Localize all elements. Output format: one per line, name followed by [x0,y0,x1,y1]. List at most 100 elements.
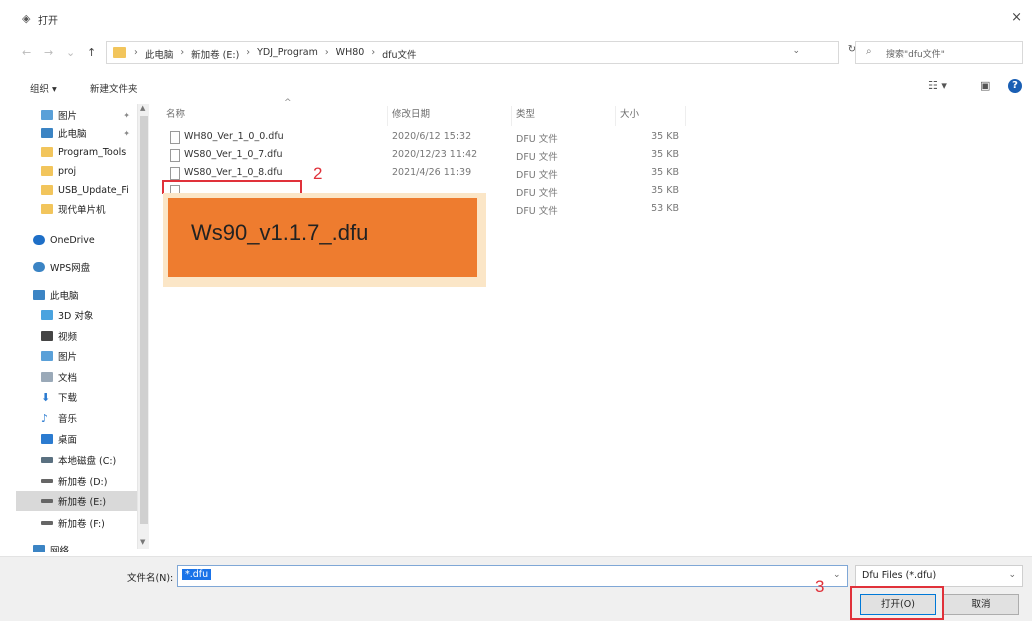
column-header-name[interactable]: 名称 ^ [166,98,388,126]
file-type-filter[interactable]: Dfu Files (*.dfu) ⌄ [855,565,1023,587]
sidebar-item-drive-d[interactable]: 新加卷 (D:) [16,471,148,491]
sidebar-item-usb-update[interactable]: USB_Update_Fi [16,180,148,200]
step-2-highlight-box [162,180,302,194]
chevron-down-icon[interactable]: ⌄ [792,46,800,56]
scrollbar-thumb[interactable] [140,116,148,524]
scroll-up-icon[interactable]: ▲ [140,104,145,112]
view-options-icon[interactable]: ☷ ▾ [928,79,947,92]
drive-icon [41,521,53,525]
step-3-number: 3 [815,577,825,596]
chevron-down-icon[interactable]: ⌄ [833,570,841,580]
sidebar-item-mcu[interactable]: 现代单片机 [16,199,148,219]
chevron-right-icon: › [246,47,251,58]
filename-value: *.dfu [182,569,212,580]
breadcrumb-item[interactable]: YDJ_Program [257,47,318,61]
sidebar-item-documents[interactable]: 文档 [16,367,148,387]
folder-icon [41,204,53,214]
navigation-pane: 图片 ✦ 此电脑 ✦ Program_Tools proj USB_Update_F… [16,104,148,552]
computer-icon [33,290,45,300]
breadcrumb-item[interactable]: 新加卷 (E:) [191,47,239,61]
computer-icon [41,128,53,138]
document-icon [41,372,53,382]
chevron-right-icon: › [180,47,185,58]
file-row[interactable]: WH80_Ver_1_0_0.dfu 2020/6/12 15:32 DFU 文… [170,129,690,147]
sidebar-scrollbar[interactable]: ▲ ▼ [137,104,149,549]
filename-callout: Ws90_v1.1.7_.dfu [163,193,486,287]
drive-icon [41,499,53,503]
recent-dropdown-icon[interactable]: ⌄ [66,46,75,59]
file-row[interactable]: WS80_Ver_1_0_7.dfu 2020/12/23 11:42 DFU … [170,147,690,165]
file-icon [170,167,180,180]
up-arrow-icon[interactable]: ↑ [87,46,96,59]
callout-text: Ws90_v1.1.7_.dfu [191,220,369,245]
pictures-icon [41,351,53,361]
breadcrumb-item[interactable]: dfu文件 [382,47,416,61]
close-button[interactable]: × [1011,10,1022,25]
sidebar-item-music[interactable]: ♪ 音乐 [16,408,148,428]
sidebar-item-onedrive[interactable]: OneDrive [16,230,148,250]
step-3-highlight-box [850,586,944,620]
step-2-number: 2 [313,164,323,183]
sidebar-item-network[interactable]: 网络 [16,540,148,552]
music-icon: ♪ [41,411,49,425]
new-folder-button[interactable]: 新建文件夹 [90,81,138,95]
back-arrow-icon[interactable]: ← [22,46,31,59]
command-toolbar: 组织 ▾ 新建文件夹 ☷ ▾ ▣ ? [0,76,1032,100]
sidebar-item-pictures-quick[interactable]: 图片 ✦ [16,105,148,125]
forward-arrow-icon[interactable]: → [44,46,53,59]
folder-icon [113,47,126,58]
sidebar-item-proj[interactable]: proj [16,161,148,181]
desktop-icon [41,434,53,444]
callout-panel: Ws90_v1.1.7_.dfu [168,198,477,277]
help-icon[interactable]: ? [1008,79,1022,93]
sidebar-item-drive-c[interactable]: 本地磁盘 (C:) [16,450,148,470]
sidebar-item-wps[interactable]: WPS网盘 [16,257,148,277]
window-title: 打开 [38,16,58,27]
folder-icon [41,147,53,157]
sidebar-item-desktop[interactable]: 桌面 [16,429,148,449]
sidebar-item-this-pc[interactable]: 此电脑 [16,285,148,305]
chevron-right-icon: › [371,47,376,58]
file-list: 名称 ^ 修改日期 类型 大小 WH80_Ver_1_0_0.dfu 2020/6… [152,98,1027,552]
folder-icon [41,185,53,195]
organize-button[interactable]: 组织 ▾ [30,81,57,95]
sidebar-item-videos[interactable]: 视频 [16,326,148,346]
sidebar-item-drive-e[interactable]: 新加卷 (E:) [16,491,148,511]
breadcrumb-item[interactable]: 此电脑 [145,47,174,61]
cloud-icon [33,235,45,245]
column-header-type[interactable]: 类型 [516,106,616,126]
chevron-right-icon: › [324,47,329,58]
sidebar-item-pictures[interactable]: 图片 [16,346,148,366]
address-bar[interactable]: › 此电脑 › 新加卷 (E:) › YDJ_Program › WH80 › … [106,41,839,64]
sort-ascending-icon: ^ [284,98,292,108]
breadcrumb-item[interactable]: WH80 [336,47,365,61]
column-header-size[interactable]: 大小 [620,106,686,126]
download-icon: ⬇ [41,390,51,404]
filename-label: 文件名(N): [127,573,174,584]
chevron-right-icon: › [134,47,138,58]
cube-icon [41,310,53,320]
filename-input[interactable]: *.dfu [177,565,848,587]
pin-icon[interactable]: ✦ [123,111,130,120]
pin-icon[interactable]: ✦ [123,129,130,138]
search-icon: ⌕ [866,46,872,57]
network-icon [33,545,45,552]
file-icon [170,131,180,144]
cancel-button[interactable]: 取消 [943,594,1019,615]
open-dialog-icon: ◈ [22,12,31,25]
pictures-icon [41,110,53,120]
sidebar-item-downloads[interactable]: ⬇ 下载 [16,387,148,407]
sidebar-item-this-pc-quick[interactable]: 此电脑 ✦ [16,123,148,143]
search-input[interactable]: ⌕ 搜索"dfu文件" [855,41,1023,64]
file-type-filter-value: Dfu Files (*.dfu) [862,570,937,581]
sidebar-item-drive-f[interactable]: 新加卷 (F:) [16,513,148,533]
folder-icon [41,166,53,176]
scroll-down-icon[interactable]: ▼ [140,538,145,546]
drive-icon [41,457,53,463]
file-icon [170,149,180,162]
sidebar-item-program-tools[interactable]: Program_Tools [16,142,148,162]
column-header-date[interactable]: 修改日期 [392,106,512,126]
sidebar-item-3d-objects[interactable]: 3D 对象 [16,305,148,325]
preview-pane-icon[interactable]: ▣ [980,79,990,92]
chevron-down-icon: ⌄ [1008,570,1016,580]
